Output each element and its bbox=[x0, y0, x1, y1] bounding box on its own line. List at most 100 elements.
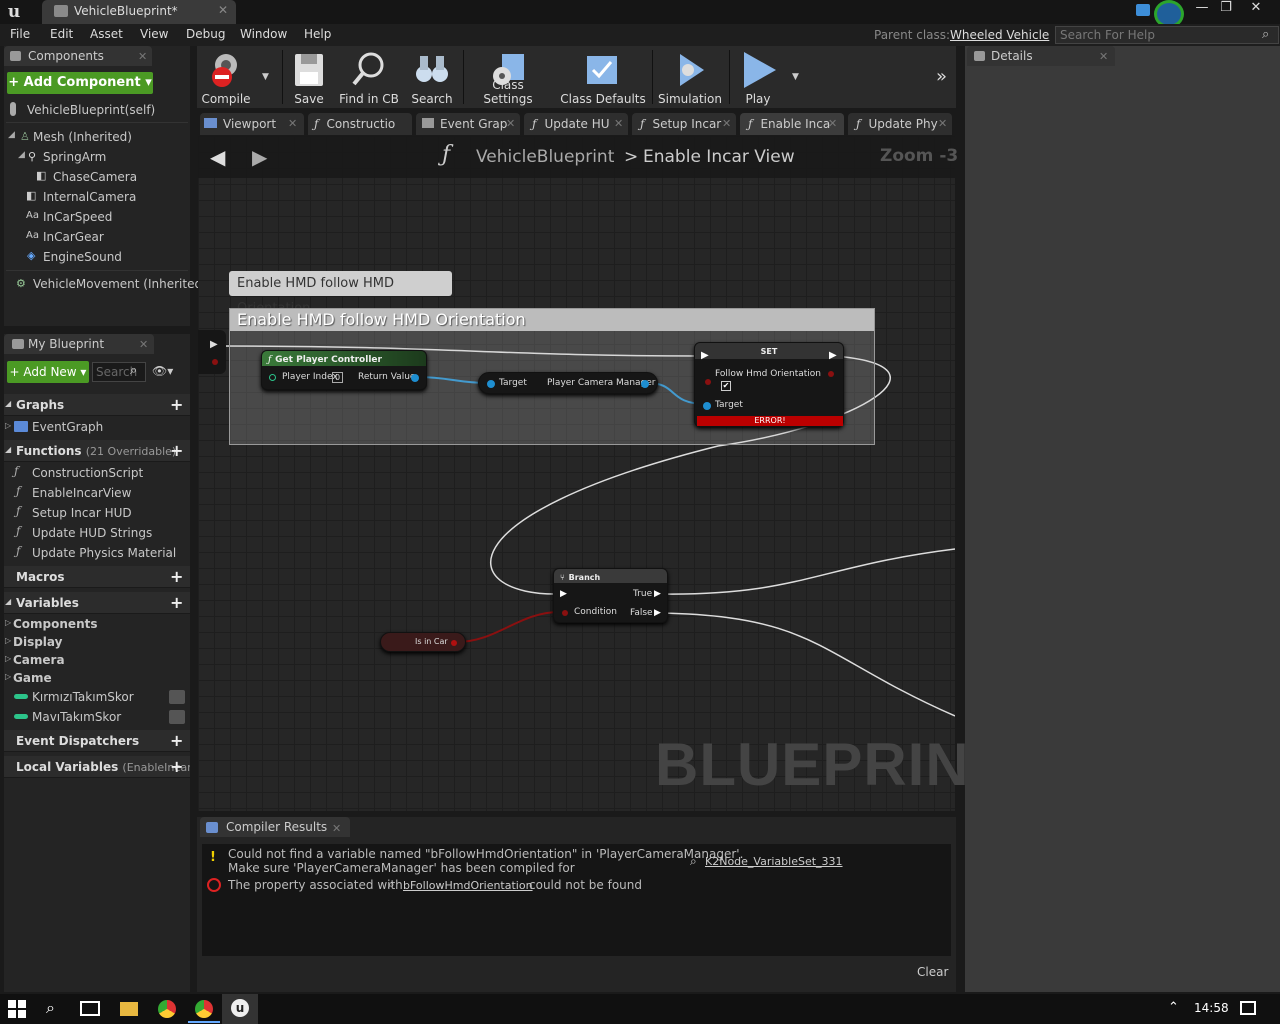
tree-item-mesh[interactable]: Mesh (Inherited) bbox=[33, 130, 132, 144]
tray-up-arrow-icon[interactable]: ⌃ bbox=[1168, 1000, 1179, 1015]
play-options-dropdown[interactable]: ▼ bbox=[792, 72, 799, 82]
notification-icon[interactable] bbox=[1136, 4, 1150, 16]
my-blueprint-search-input[interactable]: Search bbox=[92, 362, 146, 382]
tab-setup-incar[interactable]: ƒ Setup Incar ✕ bbox=[632, 113, 736, 135]
tab-event-graph[interactable]: Event Grap ✕ bbox=[416, 113, 520, 135]
menu-view[interactable]: View bbox=[140, 27, 168, 41]
tree-item-function[interactable]: Update HUD Strings bbox=[32, 526, 152, 540]
add-component-button[interactable]: + Add Component ▾ bbox=[7, 72, 153, 94]
object-pin-icon[interactable] bbox=[641, 380, 649, 388]
visibility-toggle-icon[interactable] bbox=[169, 690, 185, 704]
search-button[interactable]: Search bbox=[408, 48, 456, 106]
class-settings-button[interactable]: Class Settings bbox=[466, 48, 550, 106]
property-link[interactable]: bFollowHmdOrientation bbox=[403, 879, 533, 892]
close-components-icon[interactable]: ✕ bbox=[138, 50, 147, 63]
chrome-icon[interactable] bbox=[195, 1000, 213, 1018]
variables-section-header[interactable]: Variables bbox=[4, 592, 190, 614]
unreal-taskbar-icon[interactable]: u bbox=[222, 994, 258, 1024]
toolbar-overflow-icon[interactable]: » bbox=[936, 66, 947, 87]
menu-file[interactable]: File bbox=[10, 27, 30, 41]
tab-compiler-results[interactable]: Compiler Results bbox=[200, 817, 350, 837]
visibility-toggle-icon[interactable] bbox=[169, 710, 185, 724]
simulation-button[interactable]: Simulation bbox=[656, 48, 724, 106]
add-variable-icon[interactable]: + bbox=[170, 593, 183, 613]
variable-category-camera[interactable]: Camera bbox=[13, 653, 65, 667]
variable-category-display[interactable]: Display bbox=[13, 635, 62, 649]
exec-pin-icon[interactable]: ▶ bbox=[210, 339, 218, 350]
expand-arrow-icon[interactable]: ◢ bbox=[18, 150, 25, 160]
tab-components[interactable]: Components bbox=[4, 46, 152, 66]
add-event-dispatcher-icon[interactable]: + bbox=[170, 731, 183, 751]
object-pin-icon[interactable] bbox=[411, 374, 419, 382]
comment-bubble[interactable]: Enable HMD follow HMD Orientation bbox=[229, 271, 452, 316]
action-center-icon[interactable] bbox=[1240, 1001, 1256, 1015]
bool-pin-icon[interactable] bbox=[212, 359, 218, 365]
close-details-icon[interactable]: ✕ bbox=[1099, 50, 1108, 63]
windows-start-icon[interactable] bbox=[8, 1000, 26, 1018]
macros-section-header[interactable]: Macros bbox=[4, 566, 190, 588]
menu-debug[interactable]: Debug bbox=[186, 27, 225, 41]
unreal-logo-icon[interactable]: u bbox=[4, 2, 24, 22]
tree-item-function[interactable]: Setup Incar HUD bbox=[32, 506, 132, 520]
save-button[interactable]: Save bbox=[288, 48, 330, 106]
close-button[interactable]: ✕ bbox=[1242, 0, 1270, 18]
get-camera-manager-node[interactable]: Target Player Camera Manager bbox=[478, 372, 658, 394]
set-variable-node[interactable]: SET ▶ ▶ Follow Hmd Orientation ✔ Target … bbox=[694, 342, 844, 427]
find-in-cb-button[interactable]: Find in CB bbox=[338, 48, 400, 106]
exec-out-pin-icon[interactable]: ▶ bbox=[829, 350, 837, 361]
tree-item-eventgraph[interactable]: EventGraph bbox=[32, 420, 103, 434]
expand-arrow-icon[interactable]: ▷ bbox=[5, 672, 11, 681]
file-explorer-icon[interactable] bbox=[120, 1002, 138, 1016]
close-compiler-icon[interactable]: ✕ bbox=[332, 822, 341, 835]
close-tab-icon[interactable]: ✕ bbox=[722, 113, 731, 135]
help-search-input[interactable]: Search For Help bbox=[1055, 26, 1279, 44]
tree-item-self[interactable]: VehicleBlueprint(self) bbox=[27, 103, 155, 117]
close-tab-icon[interactable]: ✕ bbox=[506, 113, 515, 135]
add-macro-icon[interactable]: + bbox=[170, 567, 183, 587]
variable-kirmizi-skor[interactable]: KırmızıTakımSkor bbox=[32, 690, 134, 704]
close-my-blueprint-icon[interactable]: ✕ bbox=[139, 338, 148, 351]
close-tab-icon[interactable]: ✕ bbox=[288, 113, 297, 135]
expand-arrow-icon[interactable]: ▷ bbox=[5, 654, 11, 663]
menu-asset[interactable]: Asset bbox=[90, 27, 123, 41]
expand-arrow-icon[interactable]: ◢ bbox=[8, 130, 15, 140]
expand-arrow-icon[interactable]: ▷ bbox=[5, 618, 11, 627]
add-local-variable-icon[interactable]: + bbox=[170, 757, 183, 777]
tab-update-hud[interactable]: ƒ Update HU ✕ bbox=[524, 113, 628, 135]
tree-item-incarspeed[interactable]: InCarSpeed bbox=[43, 210, 112, 224]
collapse-arrow-icon[interactable]: ◢ bbox=[5, 597, 11, 606]
branch-node[interactable]: ⑂ Branch ▶ True ▶ Condition False ▶ bbox=[553, 568, 668, 623]
close-tab-icon[interactable]: ✕ bbox=[614, 113, 623, 135]
collapse-arrow-icon[interactable]: ◢ bbox=[5, 399, 11, 408]
exec-in-pin-icon[interactable]: ▶ bbox=[560, 589, 567, 599]
collapse-arrow-icon[interactable]: ◢ bbox=[5, 445, 11, 454]
tree-item-chasecamera[interactable]: ChaseCamera bbox=[53, 170, 137, 184]
tab-viewport[interactable]: Viewport ✕ bbox=[200, 113, 304, 135]
expand-arrow-icon[interactable]: ▷ bbox=[5, 636, 11, 645]
is-in-car-getter-node[interactable]: Is in Car bbox=[380, 632, 466, 652]
tree-item-internalcamera[interactable]: InternalCamera bbox=[43, 190, 136, 204]
bool-pin-icon[interactable] bbox=[562, 610, 568, 616]
event-dispatchers-section-header[interactable]: Event Dispatchers bbox=[4, 730, 190, 752]
local-variables-section-header[interactable]: Local Variables (EnableIncar bbox=[4, 756, 190, 778]
menu-window[interactable]: Window bbox=[240, 27, 287, 41]
bool-pin-icon[interactable] bbox=[828, 371, 834, 377]
add-function-icon[interactable]: + bbox=[170, 441, 183, 461]
task-view-icon[interactable] bbox=[80, 1001, 100, 1016]
add-new-button[interactable]: + Add New ▾ bbox=[7, 361, 89, 383]
add-graph-icon[interactable]: + bbox=[170, 395, 183, 415]
exec-out-pin-icon[interactable]: ▶ bbox=[654, 589, 661, 599]
comment-title[interactable]: Enable HMD follow HMD Orientation bbox=[230, 309, 874, 331]
tree-item-vehiclemovement[interactable]: VehicleMovement (Inherited) bbox=[33, 277, 207, 291]
restore-button[interactable]: ❐ bbox=[1212, 0, 1240, 18]
tree-item-enginesound[interactable]: EngineSound bbox=[43, 250, 122, 264]
object-pin-icon[interactable] bbox=[487, 380, 495, 388]
tab-enable-incar[interactable]: ƒ Enable Inca ✕ bbox=[740, 113, 844, 135]
expand-arrow-icon[interactable]: ▷ bbox=[5, 421, 11, 430]
variable-category-components[interactable]: Components bbox=[13, 617, 98, 631]
follow-hmd-checkbox[interactable]: ✔ bbox=[721, 381, 731, 391]
view-options-icon[interactable]: 👁▾ bbox=[152, 364, 173, 378]
get-player-controller-node[interactable]: ƒ Get Player Controller Player Index 0 R… bbox=[261, 350, 427, 390]
tree-item-function[interactable]: ConstructionScript bbox=[32, 466, 143, 480]
reroute-node[interactable] bbox=[198, 330, 226, 374]
